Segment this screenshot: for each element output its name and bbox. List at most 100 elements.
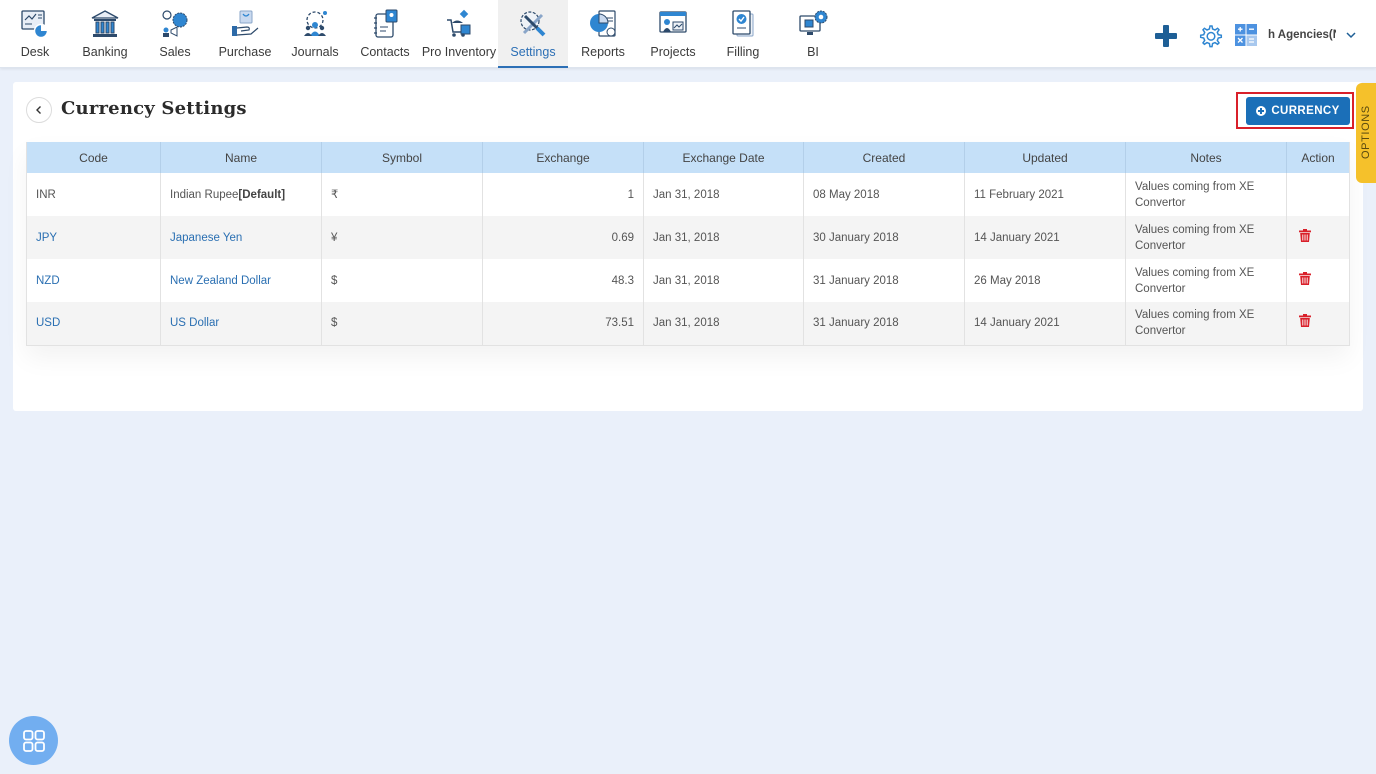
- table-row: NZD New Zealand Dollar $ 48.3 Jan 31, 20…: [26, 259, 1350, 302]
- cell-notes: Values coming from XE Convertor: [1125, 302, 1287, 346]
- nav-label: BI: [807, 45, 819, 59]
- contacts-icon: [374, 9, 398, 38]
- cell-exchange-date: Jan 31, 2018: [643, 302, 804, 346]
- cell-created: 31 January 2018: [803, 302, 965, 346]
- chevron-down-icon[interactable]: [1344, 28, 1358, 42]
- options-tab[interactable]: OPTIONS: [1356, 83, 1376, 183]
- cell-updated: 11 February 2021: [964, 173, 1126, 216]
- table-row: USD US Dollar $ 73.51 Jan 31, 2018 31 Ja…: [26, 302, 1350, 346]
- cell-symbol: $: [321, 259, 483, 302]
- top-navbar: Desk Banking Sales Purchase Journals Con…: [0, 0, 1376, 68]
- currency-settings-card: Currency Settings CURRENCY Code Name Sym…: [13, 82, 1363, 411]
- column-header-action: Action: [1286, 142, 1350, 173]
- table-header-row: Code Name Symbol Exchange Exchange Date …: [26, 142, 1350, 173]
- column-header-symbol[interactable]: Symbol: [321, 142, 483, 173]
- nav-item-contacts[interactable]: Contacts: [350, 0, 420, 68]
- nav-label: Contacts: [360, 45, 410, 59]
- nav-label: Settings: [510, 45, 556, 59]
- cell-notes: Values coming from XE Convertor: [1125, 216, 1287, 259]
- company-selector[interactable]: h Agencies(N: [1268, 29, 1336, 41]
- nav-label: Desk: [20, 45, 50, 59]
- cell-name-link[interactable]: US Dollar: [160, 302, 322, 346]
- cell-code-link[interactable]: NZD: [26, 259, 161, 302]
- nav-item-banking[interactable]: Banking: [70, 0, 140, 68]
- column-header-exchange-date[interactable]: Exchange Date: [643, 142, 804, 173]
- cell-notes: Values coming from XE Convertor: [1125, 259, 1287, 302]
- currency-table-wrapper: Code Name Symbol Exchange Exchange Date …: [26, 142, 1350, 346]
- page-title: Currency Settings: [61, 98, 247, 119]
- cell-symbol: $: [321, 302, 483, 346]
- nav-label: Filling: [726, 45, 760, 59]
- cell-code-link[interactable]: USD: [26, 302, 161, 346]
- column-header-updated[interactable]: Updated: [964, 142, 1126, 173]
- nav-item-reports[interactable]: Reports: [568, 0, 638, 68]
- cell-exchange: 73.51: [482, 302, 644, 346]
- gear-icon[interactable]: [1198, 23, 1224, 49]
- trash-icon[interactable]: [1299, 271, 1311, 285]
- calculator-icon[interactable]: [1235, 24, 1257, 46]
- nav-label: Journals: [291, 45, 339, 59]
- cell-code-link[interactable]: JPY: [26, 216, 161, 259]
- cell-code: INR: [26, 173, 161, 216]
- column-header-name[interactable]: Name: [160, 142, 322, 173]
- cell-exchange: 0.69: [482, 216, 644, 259]
- column-header-code[interactable]: Code: [26, 142, 161, 173]
- nav-item-bi[interactable]: BI: [778, 0, 848, 68]
- options-tab-label: OPTIONS: [1360, 105, 1372, 159]
- grid-icon: [22, 729, 45, 752]
- apps-launcher-button[interactable]: [9, 716, 58, 765]
- settings-icon: [520, 11, 546, 37]
- cell-name-link[interactable]: Japanese Yen: [160, 216, 322, 259]
- nav-item-projects[interactable]: Projects: [638, 0, 708, 68]
- cell-exchange-date: Jan 31, 2018: [643, 259, 804, 302]
- cell-updated: 14 January 2021: [964, 302, 1126, 346]
- nav-item-settings[interactable]: Settings: [498, 0, 568, 68]
- cell-exchange-date: Jan 31, 2018: [643, 216, 804, 259]
- currency-name: Indian Rupee: [170, 188, 239, 201]
- cell-symbol: ¥: [321, 216, 483, 259]
- nav-item-journals[interactable]: Journals: [280, 0, 350, 68]
- cell-symbol: ₹: [321, 173, 483, 216]
- cell-exchange-date: Jan 31, 2018: [643, 173, 804, 216]
- highlight-box: CURRENCY: [1236, 92, 1354, 129]
- nav-item-filling[interactable]: Filling: [708, 0, 778, 68]
- nav-item-sales[interactable]: Sales: [140, 0, 210, 68]
- add-currency-button[interactable]: CURRENCY: [1246, 97, 1350, 125]
- default-badge: [Default]: [238, 188, 286, 201]
- chevron-left-icon: [36, 106, 41, 114]
- cell-notes: Values coming from XE Convertor: [1125, 173, 1287, 216]
- table-row: JPY Japanese Yen ¥ 0.69 Jan 31, 2018 30 …: [26, 216, 1350, 259]
- cell-action: [1286, 259, 1350, 302]
- trash-icon[interactable]: [1299, 314, 1311, 328]
- nav-label: Purchase: [218, 45, 272, 59]
- add-currency-label: CURRENCY: [1271, 105, 1340, 117]
- nav-item-pro-inventory[interactable]: Pro Inventory: [420, 0, 498, 68]
- column-header-created[interactable]: Created: [803, 142, 965, 173]
- nav-item-purchase[interactable]: Purchase: [210, 0, 280, 68]
- bank-icon: [91, 10, 119, 37]
- currency-table: Code Name Symbol Exchange Exchange Date …: [26, 142, 1350, 346]
- back-button[interactable]: [26, 97, 52, 123]
- plus-circle-icon: [1256, 106, 1267, 116]
- cell-created: 08 May 2018: [803, 173, 965, 216]
- trash-icon[interactable]: [1299, 228, 1311, 242]
- nav-label: Projects: [650, 45, 696, 59]
- nav-label: Banking: [82, 45, 128, 59]
- filling-icon: [732, 10, 754, 37]
- purchase-icon: [232, 10, 259, 36]
- sales-icon: [162, 10, 188, 37]
- bi-icon: [799, 10, 828, 35]
- cell-name: Indian Rupee[Default]: [160, 173, 322, 216]
- column-header-exchange[interactable]: Exchange: [482, 142, 644, 173]
- cell-created: 31 January 2018: [803, 259, 965, 302]
- reports-icon: [590, 10, 616, 37]
- cell-created: 30 January 2018: [803, 216, 965, 259]
- journals-icon: [304, 11, 327, 36]
- inventory-icon: [447, 9, 471, 37]
- nav-item-desk[interactable]: Desk: [0, 0, 70, 68]
- cell-name-link[interactable]: New Zealand Dollar: [160, 259, 322, 302]
- cell-action: [1286, 173, 1350, 216]
- nav-label: Reports: [581, 45, 625, 59]
- plus-icon[interactable]: [1154, 24, 1178, 48]
- column-header-notes[interactable]: Notes: [1125, 142, 1287, 173]
